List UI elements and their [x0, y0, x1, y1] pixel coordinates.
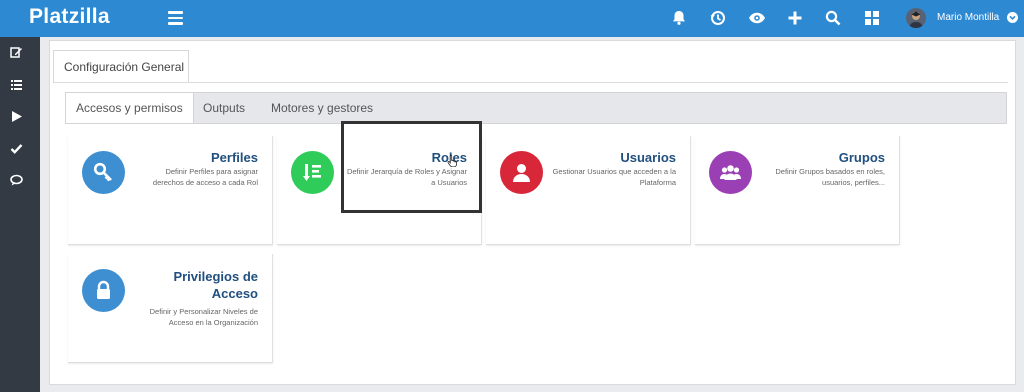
card-title: Grupos [838, 150, 885, 165]
grid-icon[interactable] [863, 9, 881, 27]
top-bar: Platzilla Mario Montilla [0, 0, 1024, 37]
avatar[interactable] [906, 8, 926, 28]
subtab-motores-y-gestores[interactable]: Motores y gestores [271, 93, 373, 123]
play-icon[interactable] [10, 110, 23, 123]
plus-icon[interactable] [786, 9, 804, 27]
eye-icon[interactable] [748, 9, 766, 27]
hierarchy-icon [291, 151, 334, 194]
card-perfiles[interactable]: Perfiles Definir Perfiles para asignar d… [68, 136, 273, 245]
key-icon [82, 151, 125, 194]
card-privilegios-de-acceso[interactable]: Privilegios de Acceso Definir y Personal… [68, 254, 273, 363]
card-grupos[interactable]: Grupos Definir Grupos basados en roles, … [695, 136, 900, 245]
card-description: Definir y Personalizar Niveles de Acceso… [149, 307, 258, 327]
subtab-accesos-y-permisos[interactable]: Accesos y permisos [66, 93, 194, 123]
tab-label: Configuración General [64, 60, 185, 74]
list-icon[interactable] [10, 78, 23, 91]
history-icon[interactable] [709, 9, 727, 27]
search-icon[interactable] [824, 9, 842, 27]
card-description: Definir Perfiles para asignar derechos d… [152, 167, 258, 187]
card-description: Gestionar Usuarios que acceden a la Plat… [552, 167, 676, 187]
divider [53, 82, 1008, 83]
chat-icon[interactable] [10, 174, 23, 187]
menu-icon[interactable] [168, 11, 183, 25]
card-usuarios[interactable]: Usuarios Gestionar Usuarios que acceden … [486, 136, 691, 245]
check-icon[interactable] [10, 142, 23, 155]
subtabs-bar: Accesos y permisos Outputs Motores y ges… [65, 92, 1007, 124]
card-title: Usuarios [620, 150, 676, 165]
card-title: Privilegios de Acceso [173, 269, 258, 301]
users-icon [709, 151, 752, 194]
hand-cursor-icon [447, 154, 459, 168]
brand-logo[interactable]: Platzilla [29, 5, 110, 29]
sidebar [0, 37, 40, 392]
chevron-down-icon[interactable] [1007, 12, 1018, 23]
card-title: Perfiles [211, 150, 258, 165]
lock-icon [82, 269, 125, 312]
user-icon [500, 151, 543, 194]
main-panel: Configuración General Accesos y permisos… [49, 40, 1016, 385]
card-description: Definir Grupos basados en roles, usuario… [775, 167, 885, 187]
subtab-outputs[interactable]: Outputs [203, 93, 245, 123]
bell-icon[interactable] [670, 9, 688, 27]
tab-configuracion-general[interactable]: Configuración General [53, 50, 189, 83]
user-name[interactable]: Mario Montilla [937, 12, 999, 23]
highlight-box [341, 121, 482, 213]
edit-icon[interactable] [10, 46, 23, 59]
